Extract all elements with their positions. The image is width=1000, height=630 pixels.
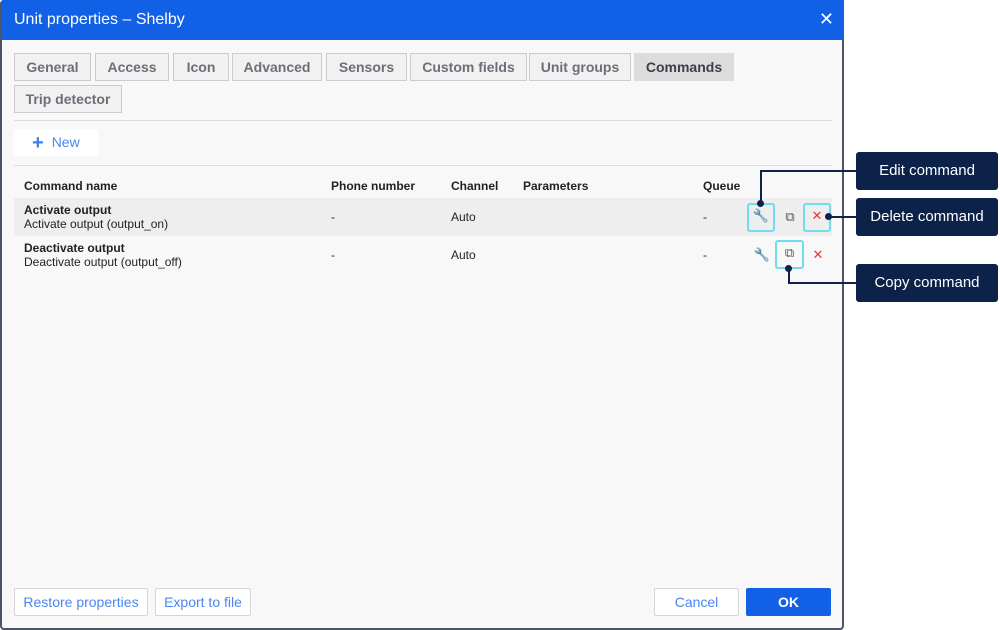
callout-line bbox=[829, 216, 856, 218]
col-header-phone[interactable]: Phone number bbox=[331, 179, 415, 193]
callout-edit-command: Edit command bbox=[856, 152, 998, 190]
callout-dot bbox=[785, 265, 792, 272]
new-label: New bbox=[51, 134, 80, 150]
callout-copy-command: Copy command bbox=[856, 264, 998, 302]
command-subtitle: Deactivate output (output_off) bbox=[24, 255, 182, 269]
table-row[interactable]: Activate output Activate output (output_… bbox=[14, 198, 832, 236]
tab-custom-fields[interactable]: Custom fields bbox=[410, 53, 527, 81]
command-name: Deactivate output bbox=[24, 241, 125, 255]
command-name: Activate output bbox=[24, 203, 112, 217]
command-subtitle: Activate output (output_on) bbox=[24, 217, 169, 231]
dialog-header: Unit properties – Shelby ✕ bbox=[2, 0, 844, 40]
delete-icon[interactable]: ✕ bbox=[805, 242, 831, 268]
copy-icon[interactable]: ⧉ bbox=[777, 204, 803, 230]
tab-unit-groups[interactable]: Unit groups bbox=[529, 53, 631, 81]
wrench-icon[interactable]: 🔧 bbox=[747, 203, 775, 232]
col-header-queue[interactable]: Queue bbox=[703, 179, 740, 193]
phone-number: - bbox=[331, 210, 335, 224]
col-header-channel[interactable]: Channel bbox=[451, 179, 498, 193]
ok-button[interactable]: OK bbox=[746, 588, 831, 616]
tab-commands[interactable]: Commands bbox=[634, 53, 734, 81]
close-icon[interactable]: ✕ bbox=[819, 9, 834, 30]
plus-icon: + bbox=[32, 132, 44, 154]
callout-line bbox=[760, 170, 762, 203]
divider bbox=[14, 165, 832, 166]
channel: Auto bbox=[451, 248, 476, 262]
col-header-parameters[interactable]: Parameters bbox=[523, 179, 588, 193]
unit-properties-dialog: Unit properties – Shelby ✕ General Acces… bbox=[0, 0, 844, 630]
wrench-icon[interactable]: 🔧 bbox=[749, 242, 775, 268]
phone-number: - bbox=[331, 248, 335, 262]
callout-line bbox=[788, 282, 856, 284]
new-command-button[interactable]: + New bbox=[14, 129, 98, 156]
queue: - bbox=[703, 248, 707, 262]
export-to-file-button[interactable]: Export to file bbox=[155, 588, 251, 616]
restore-properties-button[interactable]: Restore properties bbox=[14, 588, 148, 616]
channel: Auto bbox=[451, 210, 476, 224]
tab-access[interactable]: Access bbox=[95, 53, 169, 81]
tab-icon[interactable]: Icon bbox=[173, 53, 229, 81]
callout-line bbox=[760, 170, 856, 172]
dialog-title: Unit properties – Shelby bbox=[14, 11, 185, 28]
callout-delete-command: Delete command bbox=[856, 198, 998, 236]
cancel-button[interactable]: Cancel bbox=[654, 588, 739, 616]
table-row[interactable]: Deactivate output Deactivate output (out… bbox=[14, 236, 832, 274]
callout-dot bbox=[825, 213, 832, 220]
tab-trip-detector[interactable]: Trip detector bbox=[14, 85, 122, 113]
queue: - bbox=[703, 210, 707, 224]
callout-dot bbox=[757, 200, 764, 207]
divider bbox=[14, 120, 832, 121]
tab-advanced[interactable]: Advanced bbox=[232, 53, 322, 81]
tab-sensors[interactable]: Sensors bbox=[326, 53, 407, 81]
tab-general[interactable]: General bbox=[14, 53, 91, 81]
col-header-command-name[interactable]: Command name bbox=[24, 179, 117, 193]
